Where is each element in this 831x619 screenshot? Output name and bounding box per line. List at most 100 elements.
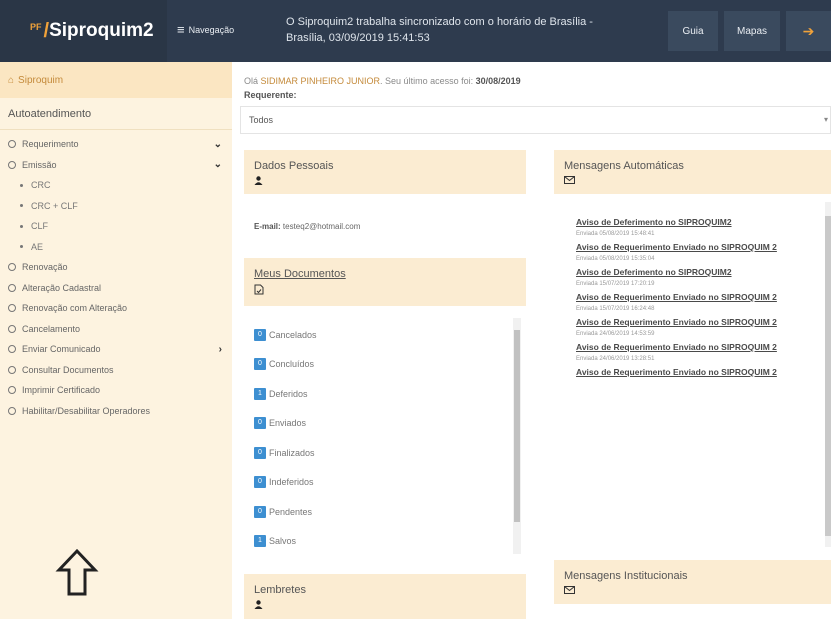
sidebar-subitem-crc-clf[interactable]: CRC + CLF xyxy=(0,196,232,217)
requerente-select[interactable]: Todos ▾ xyxy=(240,106,831,134)
circle-icon xyxy=(8,345,16,354)
sidebar-home-link[interactable]: ⌂ Siproquim xyxy=(0,62,232,98)
sidebar-subitem-crc[interactable]: CRC xyxy=(0,175,232,196)
lembretes-panel: Lembretes xyxy=(244,574,526,619)
sidebar-item-label: Habilitar/Desabilitar Operadores xyxy=(22,405,151,416)
chevron-right-icon: › xyxy=(218,343,222,355)
document-count-badge: 0 xyxy=(254,328,266,341)
navigation-label: Navegação xyxy=(188,24,235,35)
document-status-item[interactable]: 1 Deferidos xyxy=(254,379,518,409)
sidebar-item-cancelamento[interactable]: Cancelamento xyxy=(0,319,232,340)
dados-pessoais-title: Dados Pessoais xyxy=(254,160,334,172)
message-date: Enviada 24/06/2019 13:28:51 xyxy=(576,356,655,362)
sign-out-icon: ➔ xyxy=(802,22,815,39)
brand-logo[interactable]: PF / Siproquim2 xyxy=(0,0,167,62)
document-status-item[interactable]: 0 Concluídos xyxy=(254,350,518,380)
document-count-badge: 0 xyxy=(254,358,266,371)
sidebar-item-habilitar-operadores[interactable]: Habilitar/Desabilitar Operadores xyxy=(0,401,232,422)
message-title[interactable]: Aviso de Requerimento Enviado no SIPROQU… xyxy=(576,341,831,354)
circle-icon xyxy=(8,386,16,395)
sidebar-item-label: Alteração Cadastral xyxy=(22,282,102,293)
documents-list: 0 Cancelados 0 Concluídos 1 Deferidos 0 Envi… xyxy=(254,320,518,560)
chevron-down-icon: ⌄ xyxy=(213,138,222,150)
mapas-button[interactable]: Mapas xyxy=(724,11,780,51)
home-icon: ⌂ xyxy=(8,74,15,86)
sidebar-item-alteracao-cadastral[interactable]: Alteração Cadastral xyxy=(0,278,232,299)
sidebar-item-enviar-comunicado[interactable]: Enviar Comunicado › xyxy=(0,339,232,360)
sidebar-item-label: Emissão xyxy=(22,159,57,170)
message-item[interactable]: Aviso de Deferimento no SIPROQUIM2 Enviad… xyxy=(554,266,831,289)
circle-icon xyxy=(8,304,16,313)
sidebar-item-renovacao-com-alteracao[interactable]: Renovação com Alteração xyxy=(0,298,232,319)
sidebar-item-label: Renovação xyxy=(22,262,68,273)
message-date: Enviada 15/07/2019 16:24:48 xyxy=(576,306,655,312)
scrollbar-thumb[interactable] xyxy=(825,216,831,536)
message-title[interactable]: Aviso de Requerimento Enviado no SIPROQU… xyxy=(576,366,831,379)
sync-notice: O Siproquim2 trabalha sincronizado com o… xyxy=(286,14,656,46)
envelope-icon xyxy=(564,176,575,184)
document-status-item[interactable]: 0 Finalizados xyxy=(254,438,518,468)
automatic-messages-list: Aviso de Deferimento no SIPROQUIM2 Enviad… xyxy=(554,202,831,547)
sidebar-item-consultar-documentos[interactable]: Consultar Documentos xyxy=(0,360,232,381)
sidebar-home-label: Siproquim xyxy=(18,74,64,86)
scrollbar-thumb[interactable] xyxy=(514,330,520,522)
mensagens-institucionais-panel: Mensagens Institucionais xyxy=(554,560,831,604)
arrow-up-icon xyxy=(55,548,99,596)
sidebar-item-label: Requerimento xyxy=(22,139,79,150)
sidebar-item-label: Imprimir Certificado xyxy=(22,385,101,396)
email-value: testeq2@hotmail.com xyxy=(282,222,361,231)
greeting: Olá SIDIMAR PINHEIRO JUNIOR. Seu último … xyxy=(244,76,521,86)
dados-pessoais-panel: Dados Pessoais xyxy=(244,150,526,194)
main-content: Olá SIDIMAR PINHEIRO JUNIOR. Seu último … xyxy=(232,62,831,619)
message-item[interactable]: Aviso de Requerimento Enviado no SIPROQU… xyxy=(554,316,831,339)
user-name: SIDIMAR PINHEIRO JUNIOR xyxy=(260,76,381,86)
mensagens-automaticas-panel: Mensagens Automáticas xyxy=(554,150,831,194)
greeting-mid: . Seu último acesso foi: xyxy=(380,76,474,86)
sidebar-subitem-clf[interactable]: CLF xyxy=(0,216,232,237)
sync-line-1: O Siproquim2 trabalha sincronizado com o… xyxy=(286,16,593,28)
document-status-item[interactable]: 0 Indeferidos xyxy=(254,468,518,498)
circle-icon xyxy=(8,406,16,415)
sidebar-item-label: Renovação com Alteração xyxy=(22,303,128,314)
documents-scrollbar[interactable] xyxy=(513,318,521,554)
document-count-badge: 0 xyxy=(254,417,266,430)
bullet-icon xyxy=(20,183,23,187)
document-status-item[interactable]: 0 Pendentes xyxy=(254,497,518,527)
caret-down-icon: ▾ xyxy=(823,115,828,124)
document-status-item[interactable]: 1 Salvos xyxy=(254,527,518,557)
sidebar-subitem-ae[interactable]: AE xyxy=(0,237,232,258)
sidebar-item-label: Consultar Documentos xyxy=(22,364,114,375)
bullet-icon xyxy=(20,204,23,208)
message-title[interactable]: Aviso de Requerimento Enviado no SIPROQU… xyxy=(576,291,831,304)
message-title[interactable]: Aviso de Requerimento Enviado no SIPROQU… xyxy=(576,241,831,254)
exit-button[interactable]: ➔ xyxy=(786,11,831,51)
message-title[interactable]: Aviso de Requerimento Enviado no SIPROQU… xyxy=(576,316,831,329)
message-item[interactable]: Aviso de Deferimento no SIPROQUIM2 Enviad… xyxy=(554,216,831,239)
document-status-item[interactable]: 0 Cancelados xyxy=(254,320,518,350)
sidebar-item-emissao[interactable]: Emissão ⌄ xyxy=(0,155,232,176)
sidebar-subitem-label: CRC xyxy=(31,180,51,191)
sidebar-item-requerimento[interactable]: Requerimento ⌄ xyxy=(0,134,232,155)
document-count-badge: 0 xyxy=(254,505,266,518)
circle-icon xyxy=(8,140,16,149)
message-item[interactable]: Aviso de Requerimento Enviado no SIPROQU… xyxy=(554,341,831,364)
message-title[interactable]: Aviso de Deferimento no SIPROQUIM2 xyxy=(576,216,831,229)
message-title[interactable]: Aviso de Deferimento no SIPROQUIM2 xyxy=(576,266,831,279)
navigation-toggle[interactable]: ≡ Navegação xyxy=(177,22,234,37)
sidebar-item-imprimir-certificado[interactable]: Imprimir Certificado xyxy=(0,380,232,401)
circle-icon xyxy=(8,365,16,374)
envelope-icon xyxy=(564,586,575,594)
sidebar-item-renovacao[interactable]: Renovação xyxy=(0,257,232,278)
requerente-label: Requerente: xyxy=(244,90,297,100)
bullet-icon xyxy=(20,245,23,249)
message-item[interactable]: Aviso de Requerimento Enviado no SIPROQU… xyxy=(554,366,831,379)
guia-button[interactable]: Guia xyxy=(668,11,718,51)
message-item[interactable]: Aviso de Requerimento Enviado no SIPROQU… xyxy=(554,291,831,314)
message-item[interactable]: Aviso de Requerimento Enviado no SIPROQU… xyxy=(554,241,831,264)
meus-documentos-link[interactable]: Meus Documentos xyxy=(254,268,516,280)
sidebar-subitem-label: AE xyxy=(31,241,44,252)
messages-scrollbar[interactable] xyxy=(825,202,831,547)
circle-icon xyxy=(8,263,16,272)
document-status-item[interactable]: 0 Enviados xyxy=(254,409,518,439)
top-bar: PF / Siproquim2 ≡ Navegação O Siproquim2… xyxy=(0,0,831,62)
